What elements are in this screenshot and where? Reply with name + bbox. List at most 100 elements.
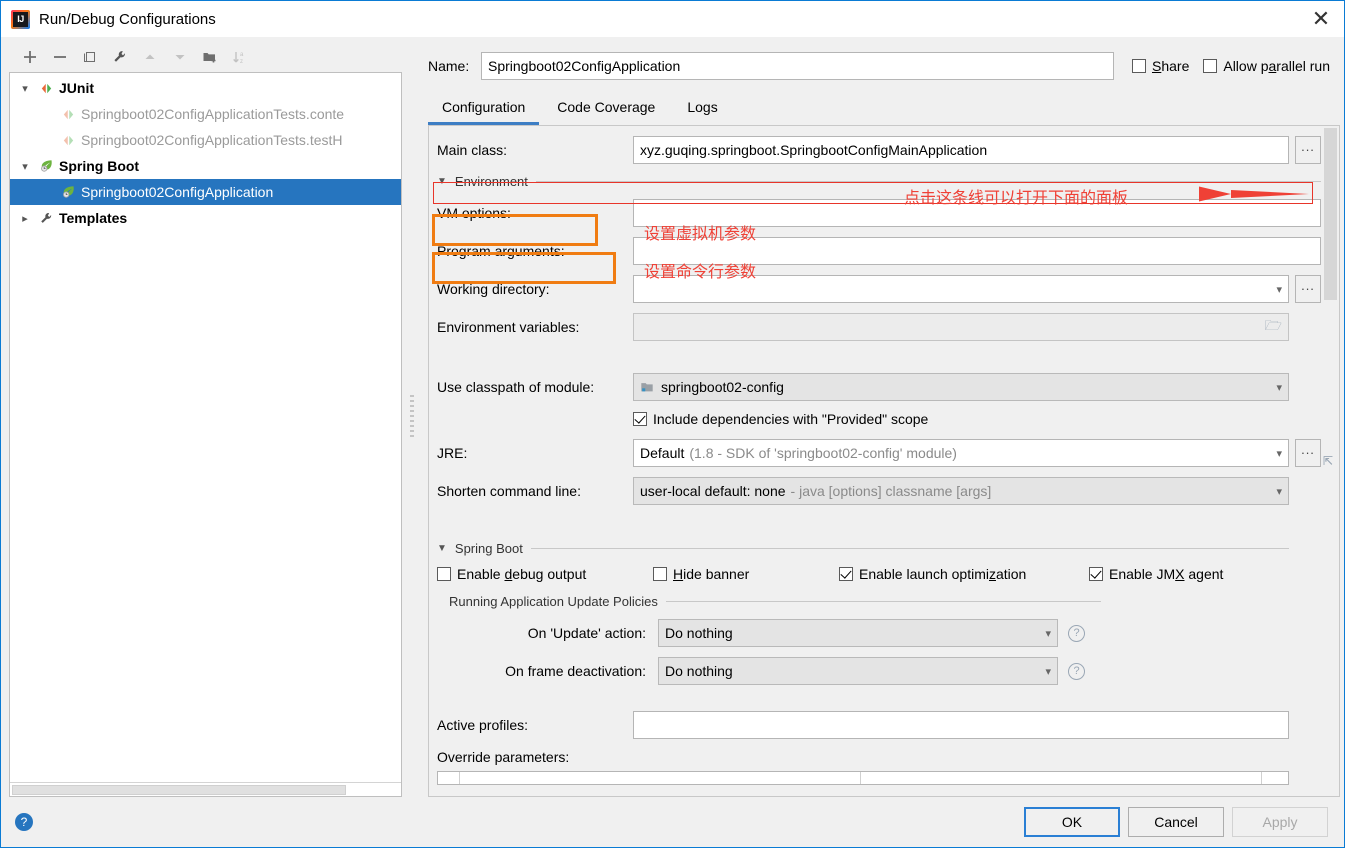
- move-down-button[interactable]: [167, 45, 193, 69]
- on-update-action-combo[interactable]: Do nothing ▾: [658, 619, 1058, 647]
- configuration-vertical-scrollbar[interactable]: [1324, 128, 1337, 794]
- checkbox-box[interactable]: [633, 412, 647, 426]
- name-input[interactable]: [481, 52, 1114, 80]
- tab-code-coverage[interactable]: Code Coverage: [543, 99, 669, 125]
- sort-alphabetically-button[interactable]: az: [227, 45, 253, 69]
- tree-horizontal-scrollbar[interactable]: [10, 782, 401, 796]
- jre-combo[interactable]: Default (1.8 - SDK of 'springboot02-conf…: [633, 439, 1289, 467]
- chevron-down-icon[interactable]: ▾: [1270, 283, 1282, 296]
- tab-logs[interactable]: Logs: [673, 99, 731, 125]
- help-icon[interactable]: ?: [15, 813, 33, 831]
- configurations-tree[interactable]: ▾ JUnit Springboot02ConfigApplicationTes…: [9, 72, 402, 797]
- section-divider: [530, 548, 1289, 549]
- remove-configuration-button[interactable]: [47, 45, 73, 69]
- new-folder-button[interactable]: [197, 45, 223, 69]
- override-parameters-table[interactable]: [437, 771, 1289, 785]
- use-classpath-label: Use classpath of module:: [437, 379, 595, 395]
- checkbox-box[interactable]: [1203, 59, 1218, 73]
- checkbox-box[interactable]: [437, 567, 451, 581]
- chevron-down-icon[interactable]: ▾: [1039, 665, 1051, 678]
- override-parameters-block: Override parameters:: [437, 749, 1321, 785]
- chevron-down-icon[interactable]: ▾: [1270, 381, 1282, 394]
- pane-splitter[interactable]: [406, 37, 420, 797]
- main-class-input[interactable]: xyz.guqing.springboot.SpringbootConfigMa…: [633, 136, 1289, 164]
- chevron-down-icon[interactable]: ▾: [1270, 485, 1282, 498]
- tree-node-templates[interactable]: ▸ Templates: [10, 205, 401, 231]
- shorten-command-line-combo[interactable]: user-local default: none - java [options…: [633, 477, 1289, 505]
- working-directory-combo[interactable]: ▾: [633, 275, 1289, 303]
- copy-configuration-button[interactable]: [77, 45, 103, 69]
- tree-node-label: Springboot02ConfigApplicationTests.testH: [81, 132, 343, 148]
- environment-variables-input[interactable]: 🗁: [633, 313, 1289, 341]
- checkbox-box[interactable]: [839, 567, 853, 581]
- folder-icon[interactable]: 🗁: [1265, 315, 1282, 339]
- working-directory-browse-button[interactable]: ...: [1295, 275, 1321, 303]
- vm-options-input[interactable]: ⇱: [633, 199, 1333, 467]
- tree-node-spring-boot[interactable]: ▾ Spring Boot: [10, 153, 401, 179]
- scrollbar-thumb[interactable]: [1324, 128, 1337, 300]
- chevron-down-icon[interactable]: ▾: [1039, 627, 1051, 640]
- on-frame-deactivation-value: Do nothing: [665, 663, 733, 679]
- shorten-command-line-value: user-local default: none: [640, 483, 786, 499]
- dialog-body: az ▾ JUnit Springboot02ConfigApplication…: [1, 37, 1344, 797]
- configuration-scroll-area: Main class: xyz.guqing.springboot.Spring…: [429, 126, 1339, 796]
- tab-configuration[interactable]: Configuration: [428, 99, 540, 125]
- environment-section-header[interactable]: ▼ Environment: [437, 174, 1321, 189]
- jre-row: JRE: Default (1.8 - SDK of 'springboot02…: [437, 439, 1321, 467]
- chevron-right-icon[interactable]: ▸: [14, 212, 36, 225]
- active-profiles-input[interactable]: [633, 711, 1289, 739]
- on-update-action-help-icon[interactable]: ?: [1068, 624, 1085, 642]
- table-col-actions: [1262, 772, 1288, 784]
- chevron-down-icon[interactable]: ▾: [14, 82, 36, 95]
- enable-jmx-agent-checkbox[interactable]: Enable JMX agent: [1089, 566, 1223, 582]
- enable-launch-optimization-checkbox[interactable]: Enable launch optimization: [839, 566, 1089, 582]
- tree-node-junit-test-context[interactable]: Springboot02ConfigApplicationTests.conte: [10, 101, 401, 127]
- table-col-value: [861, 772, 1262, 784]
- chevron-down-icon[interactable]: ▾: [14, 160, 36, 173]
- main-class-browse-button[interactable]: ...: [1295, 136, 1321, 164]
- tree-node-junit[interactable]: ▾ JUnit: [10, 75, 401, 101]
- allow-parallel-run-checkbox[interactable]: Allow parallel run: [1203, 58, 1330, 74]
- override-parameters-label: Override parameters:: [437, 749, 570, 765]
- splitter-grip[interactable]: [410, 395, 414, 439]
- edit-templates-button[interactable]: [107, 45, 133, 69]
- share-checkbox[interactable]: Share: [1131, 58, 1189, 74]
- tree-node-label: Springboot02ConfigApplication: [81, 184, 274, 200]
- name-row: Name: Share Allow parallel run: [428, 49, 1340, 83]
- enable-jmx-agent-label: Enable JMX agent: [1109, 566, 1224, 582]
- shorten-command-line-label: Shorten command line:: [437, 483, 581, 499]
- close-icon[interactable]: ✕: [1298, 1, 1344, 37]
- checkbox-box[interactable]: [653, 567, 667, 581]
- tree-node-junit-test-hello[interactable]: Springboot02ConfigApplicationTests.testH: [10, 127, 401, 153]
- update-policies-label: Running Application Update Policies: [449, 594, 658, 609]
- jre-browse-button[interactable]: ...: [1295, 439, 1321, 467]
- working-directory-label: Working directory:: [437, 281, 550, 297]
- program-arguments-row: Program arguments: ⇱: [437, 237, 1333, 467]
- hide-banner-checkbox[interactable]: Hide banner: [653, 566, 839, 582]
- add-configuration-button[interactable]: [17, 45, 43, 69]
- configuration-editor-pane: Name: Share Allow parallel run Configura…: [420, 37, 1344, 797]
- on-frame-deactivation-combo[interactable]: Do nothing ▾: [658, 657, 1058, 685]
- checkbox-box[interactable]: [1131, 59, 1146, 73]
- program-arguments-input[interactable]: ⇱: [633, 237, 1333, 467]
- ok-button[interactable]: OK: [1024, 807, 1120, 837]
- main-class-row: Main class: xyz.guqing.springboot.Spring…: [437, 136, 1321, 164]
- enable-debug-output-checkbox[interactable]: Enable debug output: [437, 566, 653, 582]
- include-dependencies-checkbox[interactable]: Include dependencies with "Provided" sco…: [633, 411, 928, 427]
- apply-button[interactable]: Apply: [1232, 807, 1328, 837]
- tree-toolbar: az: [9, 42, 406, 72]
- tree-node-springboot02configapplication[interactable]: Springboot02ConfigApplication: [10, 179, 401, 205]
- on-frame-deactivation-help-icon[interactable]: ?: [1068, 662, 1085, 680]
- on-frame-deactivation-row: On frame deactivation: Do nothing ▾ ?: [437, 657, 1321, 685]
- svg-text:a: a: [240, 52, 244, 58]
- tree-node-label: Springboot02ConfigApplicationTests.conte: [81, 106, 345, 122]
- shorten-command-line-row: Shorten command line: user-local default…: [437, 477, 1321, 505]
- chevron-down-icon[interactable]: ▾: [1270, 447, 1282, 460]
- spring-boot-section-header[interactable]: ▼ Spring Boot: [437, 541, 1321, 556]
- cancel-button[interactable]: Cancel: [1128, 807, 1224, 837]
- checkbox-box[interactable]: [1089, 567, 1103, 581]
- wrench-icon: [36, 211, 56, 226]
- use-classpath-combo[interactable]: springboot02-config ▾: [633, 373, 1289, 401]
- scrollbar-thumb[interactable]: [12, 785, 346, 795]
- move-up-button[interactable]: [137, 45, 163, 69]
